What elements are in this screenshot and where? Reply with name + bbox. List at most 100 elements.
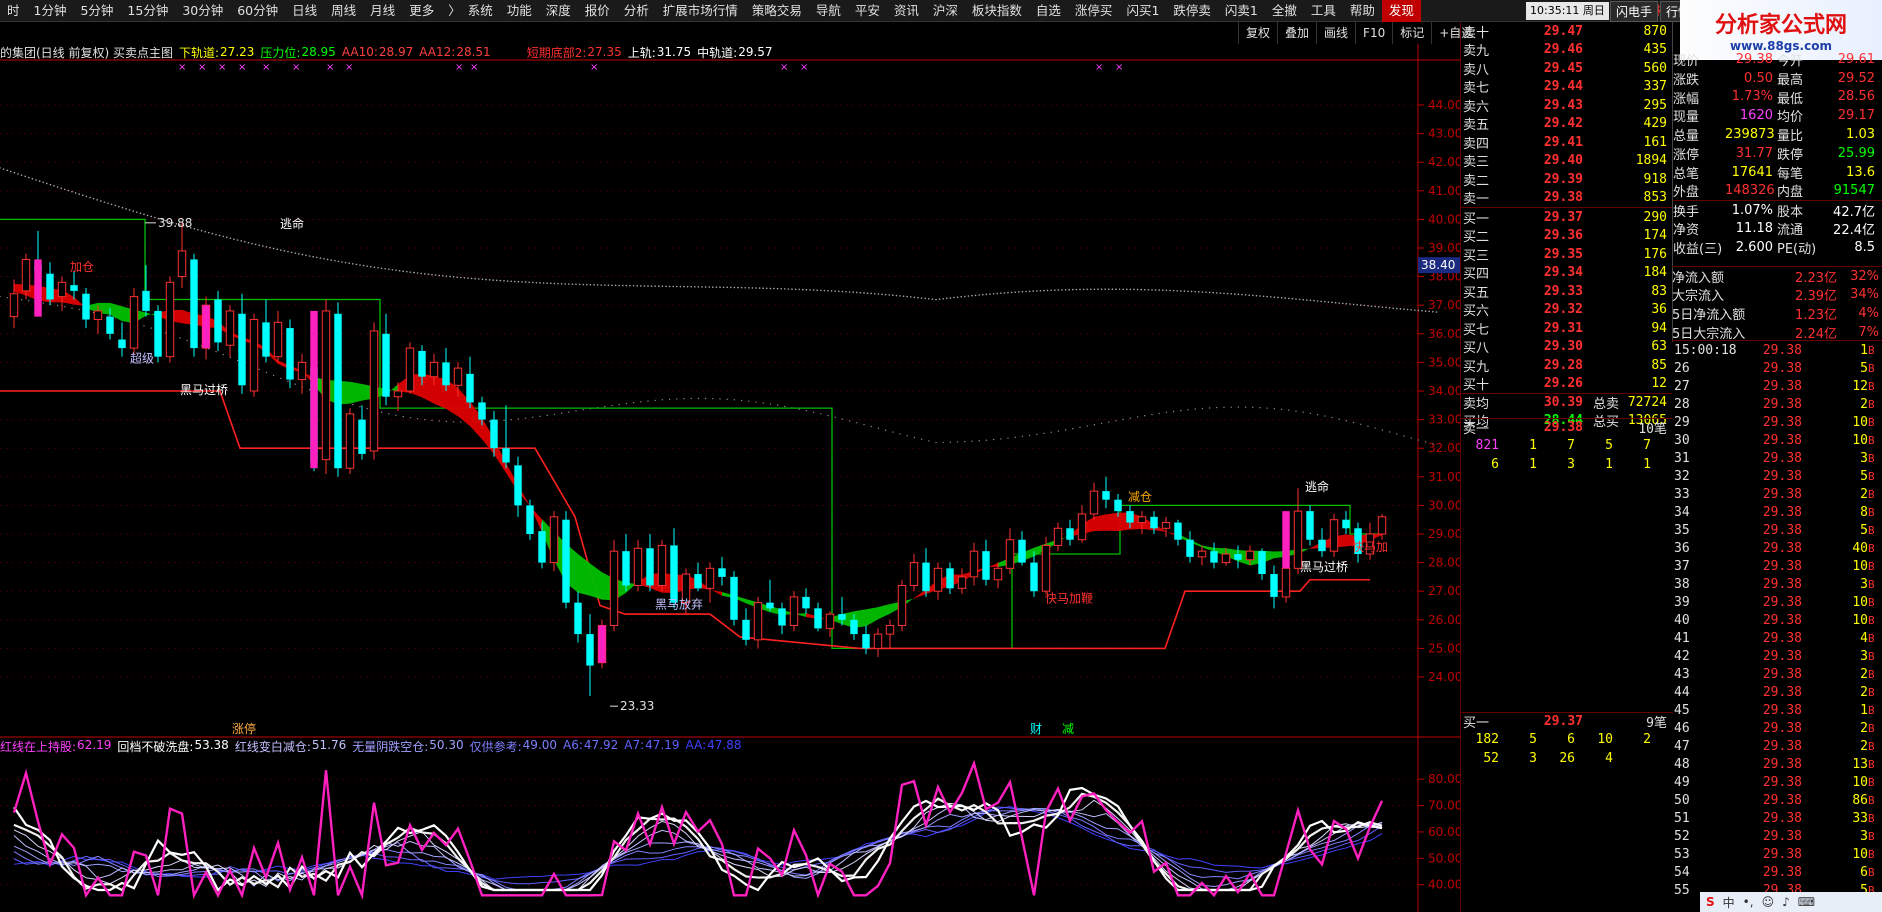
- envelope-dot: [1424, 310, 1427, 312]
- ask-row[interactable]: 卖五 29.42 429: [1461, 115, 1672, 133]
- stat-row: 换手 1.07% 股本 42.7亿: [1673, 200, 1882, 220]
- envelope-dot-2: [848, 420, 851, 422]
- tick-direction-icon: B: [1868, 487, 1875, 501]
- ask-row[interactable]: 卖八 29.45 560: [1461, 59, 1672, 78]
- ask-vol: 337: [1643, 79, 1667, 95]
- bid-row[interactable]: 买五 29.33 83: [1461, 282, 1672, 301]
- envelope-dot: [719, 286, 721, 289]
- ask-row[interactable]: 卖二 29.39 918: [1461, 170, 1672, 189]
- top-right-btn-0[interactable]: 闪电手: [1610, 0, 1659, 22]
- envelope-dot-2: [1122, 418, 1124, 421]
- envelope-dot: [1097, 288, 1099, 291]
- avg-total-label: 总卖: [1592, 397, 1619, 413]
- weekday-button[interactable]: 周日: [1583, 4, 1605, 17]
- envelope-dot: [74, 192, 77, 194]
- envelope-dot: [532, 281, 534, 284]
- envelope-dot: [146, 214, 149, 217]
- ask-vol: 870: [1643, 23, 1667, 39]
- envelope-dot: [578, 283, 581, 286]
- queue-cell: 1: [1529, 456, 1537, 472]
- candle-body: [1281, 567, 1291, 598]
- envelope-dot: [1172, 289, 1175, 292]
- ask-row[interactable]: 卖九 29.46 435: [1461, 41, 1672, 59]
- envelope-dot: [294, 252, 297, 254]
- ime-toolbar[interactable]: S 中 •, ☺ ♪ ⌨: [1700, 892, 1882, 912]
- candle-body: [1197, 550, 1207, 558]
- envelope-dot: [604, 284, 606, 286]
- envelope-dot: [236, 239, 239, 241]
- envelope-dot: [856, 291, 858, 294]
- envelope-dot: [31, 177, 34, 180]
- envelope-dot-2: [1273, 408, 1276, 410]
- bid-row[interactable]: 买一 29.37 290: [1461, 208, 1672, 227]
- envelope-dot-2: [1028, 434, 1031, 437]
- envelope-dot: [1302, 298, 1304, 301]
- osc-axis-label: 60.00: [1428, 825, 1460, 839]
- bid-row[interactable]: 买十 29.26 12: [1461, 375, 1672, 393]
- envelope-dot: [766, 287, 768, 290]
- candle-body: [478, 402, 486, 420]
- envelope-dot-2: [452, 421, 455, 423]
- bid-vol: 176: [1643, 246, 1667, 262]
- ask-row[interactable]: 卖四 29.41 161: [1461, 133, 1672, 152]
- envelope-dot: [744, 286, 746, 289]
- envelope-dot-2: [762, 402, 764, 404]
- envelope-dot: [1140, 288, 1142, 291]
- bid-row[interactable]: 买四 29.34 184: [1461, 264, 1672, 282]
- ask-row[interactable]: 卖十 29.47 870: [1461, 22, 1672, 41]
- stat-label: 现量: [1673, 110, 1700, 126]
- avg-label: 卖均: [1463, 397, 1490, 413]
- ask-row[interactable]: 卖六 29.43 295: [1461, 96, 1672, 115]
- ask-vol: 429: [1643, 116, 1667, 132]
- envelope-dot: [276, 248, 279, 251]
- candle-body: [1030, 562, 1038, 592]
- tick-time: 51: [1674, 810, 1690, 826]
- envelope-dot: [928, 298, 930, 300]
- tick-list[interactable]: 15:00:18 29.38 1 B 26 29.38 5 B 27 29.38 12 B 28 29.3…: [1672, 340, 1882, 912]
- envelope-dot: [697, 286, 700, 288]
- osc-axis-label: 40.00: [1428, 878, 1460, 892]
- kline-chart[interactable]: 44.0043.0042.0041.0040.0039.0038.0037.00…: [0, 0, 1460, 912]
- envelope-dot: [42, 181, 44, 184]
- envelope-dot: [683, 285, 685, 288]
- envelope-dot: [125, 208, 127, 210]
- envelope-dot: [193, 227, 196, 230]
- tick-row: 33 29.38 2 B: [1672, 485, 1882, 503]
- envelope-dot: [992, 292, 995, 295]
- envelope-dot: [1338, 302, 1340, 304]
- bid-price: 29.28: [1543, 357, 1583, 373]
- bid-row[interactable]: 买八 29.30 63: [1461, 338, 1672, 356]
- bid-row[interactable]: 买六 29.32 36: [1461, 301, 1672, 319]
- bid-row[interactable]: 买七 29.31 94: [1461, 319, 1672, 338]
- ask-row[interactable]: 卖一 29.38 853: [1461, 189, 1672, 207]
- envelope-dot: [888, 294, 890, 296]
- trend-band: [590, 563, 602, 600]
- bid-row[interactable]: 买三 29.35 176: [1461, 245, 1672, 264]
- tick-row: 26 29.38 5 B: [1672, 359, 1882, 377]
- candle-body: [538, 531, 546, 563]
- bid-row[interactable]: 买九 29.28 85: [1461, 356, 1672, 375]
- envelope-dot: [776, 287, 779, 290]
- tick-row: 43 29.38 2 B: [1672, 665, 1882, 683]
- envelope-dot: [596, 284, 599, 286]
- envelope-dot: [1248, 294, 1250, 296]
- tick-time: 41: [1674, 630, 1690, 646]
- envelope-dot: [913, 296, 916, 299]
- tick-vol: 10: [1852, 594, 1868, 610]
- queue-count: 10笔: [1638, 422, 1667, 438]
- stat-label: 现价: [1673, 53, 1700, 69]
- envelope-dot: [640, 285, 642, 287]
- price-axis-label: 33.00: [1428, 413, 1460, 427]
- tick-time: 52: [1674, 828, 1690, 844]
- stat-value: 1620: [1739, 108, 1773, 124]
- envelope-dot-2: [1295, 410, 1297, 412]
- ask-row[interactable]: 卖七 29.44 337: [1461, 78, 1672, 96]
- envelope-dot: [1061, 289, 1063, 291]
- envelope-dot-2: [1244, 406, 1247, 408]
- tick-vol: 5: [1860, 522, 1868, 538]
- envelope-dot-2: [683, 397, 685, 400]
- annotation-limit_tag: 涨停: [232, 721, 256, 736]
- ask-row[interactable]: 卖三 29.40 1894: [1461, 152, 1672, 170]
- bid-row[interactable]: 买二 29.36 174: [1461, 227, 1672, 245]
- envelope-dot: [1187, 290, 1189, 293]
